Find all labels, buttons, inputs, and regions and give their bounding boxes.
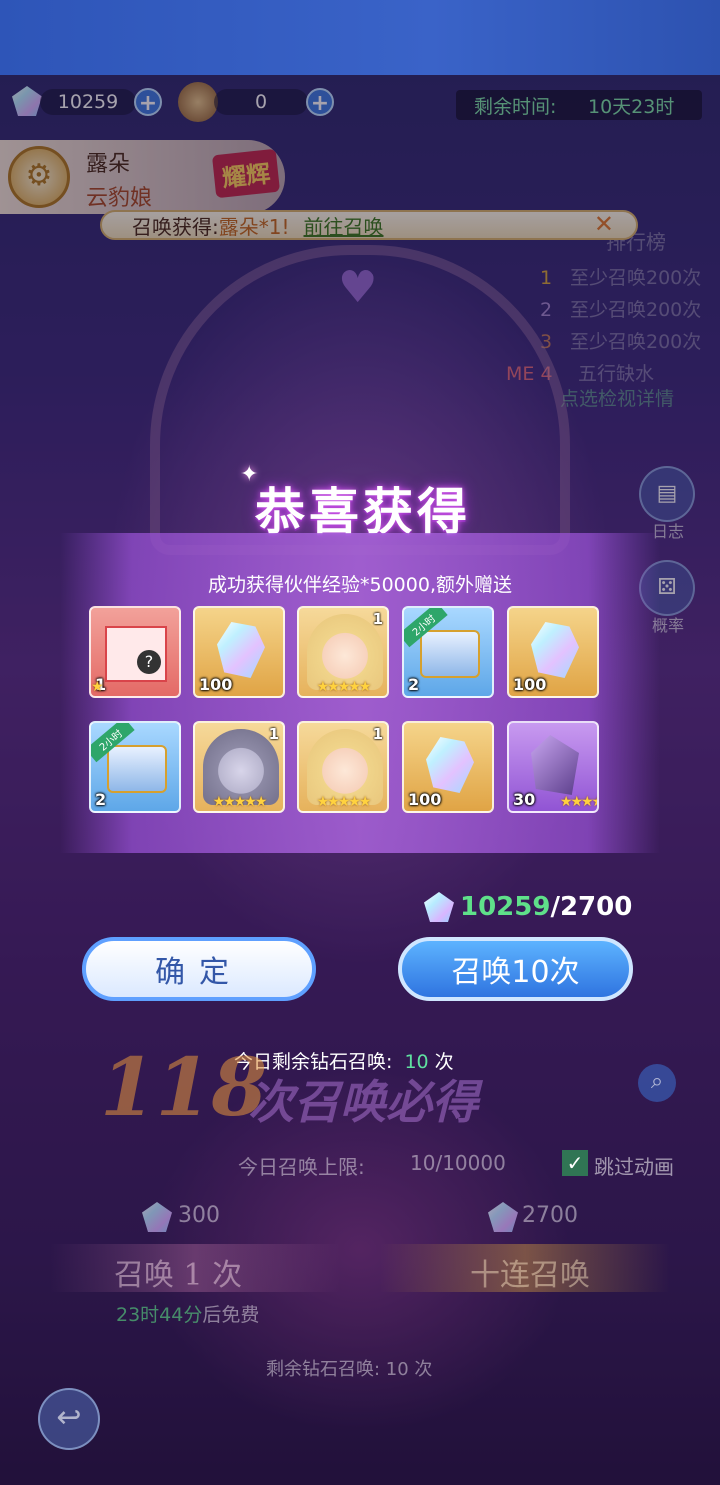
- sparkle-icon: ✦: [240, 462, 259, 487]
- guarantee-text: 次召唤必得: [248, 1075, 478, 1129]
- item-stars: ★★★★★: [212, 794, 268, 810]
- confirm-button[interactable]: 确定: [82, 937, 316, 1001]
- zoom-button[interactable]: ⌕: [638, 1064, 676, 1102]
- summon-10-button[interactable]: 召唤10次: [398, 937, 633, 1001]
- reward-item[interactable]: ? 1 ★: [89, 606, 181, 698]
- item-count: 2: [408, 675, 420, 694]
- item-count: 30: [513, 790, 536, 809]
- item-count: 1: [372, 725, 383, 743]
- reward-item[interactable]: 1 ★★★★★: [193, 721, 285, 813]
- reward-item[interactable]: 1 ★★★★★: [297, 606, 389, 698]
- guarantee-number: 118: [100, 1040, 267, 1134]
- item-count: 1: [372, 610, 383, 628]
- free-suffix: 后免费: [202, 1304, 260, 1326]
- summon-1-label: 召唤 1 次: [114, 1258, 243, 1293]
- limit-value: 10/10000: [410, 1151, 506, 1175]
- limit-label: 今日召唤上限:: [238, 1155, 365, 1179]
- cost-1: 300: [178, 1203, 220, 1228]
- magnifier-icon: ⌕: [650, 1069, 664, 1094]
- shard-icon: [531, 735, 579, 795]
- reward-item[interactable]: 2小时 2: [89, 721, 181, 813]
- treasure-chest-icon: [107, 745, 167, 793]
- reward-item[interactable]: 100: [193, 606, 285, 698]
- summon-10-label: 召唤10次: [451, 955, 580, 990]
- item-count: 100: [199, 675, 233, 694]
- question-mark-icon: ?: [137, 650, 161, 674]
- item-count: 100: [408, 790, 442, 809]
- reward-item[interactable]: 100: [507, 606, 599, 698]
- free-timer: 23时44分后免费: [116, 1300, 259, 1327]
- top-banner: [0, 0, 720, 75]
- skip-label: 跳过动画: [594, 1155, 674, 1179]
- back-button[interactable]: ↩: [38, 1388, 100, 1450]
- item-stars: ★★★★★: [316, 794, 372, 810]
- item-stars: ★★★★★: [316, 679, 372, 695]
- confirm-label: 确定: [155, 955, 243, 990]
- summon-ten-label: 十连召唤: [470, 1258, 590, 1293]
- reward-item[interactable]: 2小时 2: [402, 606, 494, 698]
- reward-item[interactable]: 30 ★★★★: [507, 721, 599, 813]
- crystal-icon: [531, 622, 579, 678]
- crystal-icon: [426, 737, 474, 793]
- gems-owned: 10259: [460, 892, 551, 922]
- crystal-icon: [217, 622, 265, 678]
- item-count: 100: [513, 675, 547, 694]
- back-arrow-icon: ↩: [56, 1400, 82, 1435]
- cost-10: 2700: [522, 1203, 578, 1228]
- item-stars: ★★★★: [559, 794, 599, 810]
- reward-item[interactable]: 1 ★★★★★: [297, 721, 389, 813]
- gems-required: /2700: [550, 892, 633, 922]
- reward-item[interactable]: 100: [402, 721, 494, 813]
- skip-checkbox[interactable]: ✓: [562, 1150, 588, 1176]
- item-count: 1: [268, 725, 279, 743]
- summon-cost: 10259/2700: [460, 892, 632, 922]
- free-time: 23时44分: [116, 1304, 203, 1326]
- reward-subtitle: 成功获得伙伴经验*50000,额外赠送: [208, 574, 512, 596]
- treasure-chest-icon: [420, 630, 480, 678]
- item-stars: ★: [91, 679, 104, 695]
- remaining-summons: 剩余钻石召唤: 10 次: [266, 1359, 433, 1380]
- item-count: 2: [95, 790, 107, 809]
